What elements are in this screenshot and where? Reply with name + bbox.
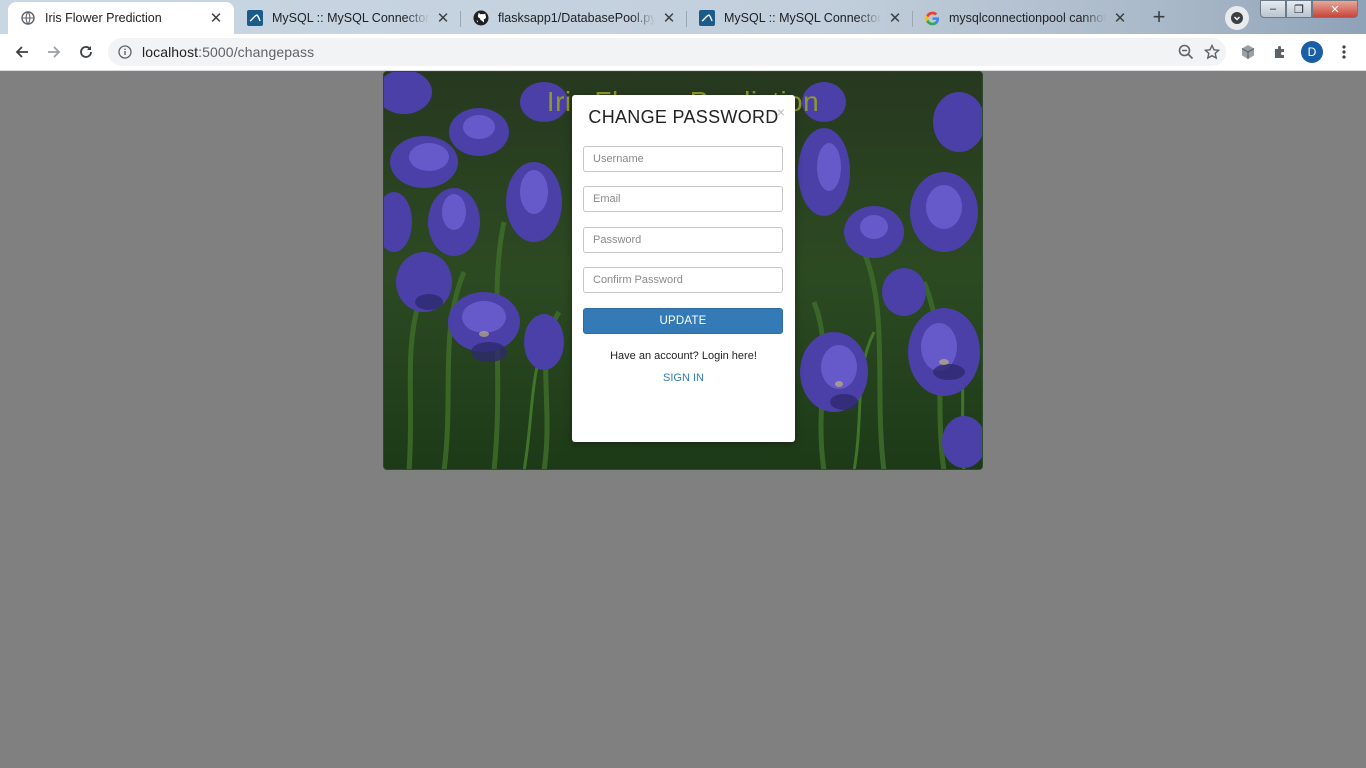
reload-button[interactable] bbox=[72, 38, 100, 66]
arrow-left-icon bbox=[15, 46, 28, 58]
globe-icon bbox=[20, 10, 36, 26]
info-icon[interactable] bbox=[118, 45, 132, 59]
browser-toolbar: localhost:5000/changepass D bbox=[0, 34, 1366, 71]
mysql-icon bbox=[699, 10, 715, 26]
bookmark-star-icon[interactable] bbox=[1204, 44, 1220, 60]
profile-avatar[interactable]: D bbox=[1301, 41, 1323, 63]
tab-google-search[interactable]: mysqlconnectionpool cannot connect ✕ bbox=[912, 2, 1138, 34]
arrow-right-icon bbox=[48, 46, 61, 58]
reload-icon bbox=[80, 46, 92, 58]
tab-title: Iris Flower Prediction bbox=[45, 11, 162, 25]
address-bar[interactable]: localhost:5000/changepass bbox=[108, 38, 1226, 66]
more-vert-icon bbox=[1342, 45, 1346, 59]
forward-button[interactable] bbox=[40, 38, 68, 66]
extensions-button[interactable] bbox=[1266, 38, 1294, 66]
sign-in-link[interactable]: SIGN IN bbox=[572, 372, 795, 384]
email-field[interactable] bbox=[583, 186, 783, 212]
zoom-out-icon[interactable] bbox=[1178, 44, 1194, 60]
tab-mysql-connector-1[interactable]: MySQL :: MySQL Connector/Python Develope… bbox=[235, 2, 461, 34]
modal-title: CHANGE PASSWORD bbox=[588, 107, 779, 127]
address-bar-actions bbox=[1178, 38, 1220, 66]
url-path: :5000/changepass bbox=[198, 44, 315, 60]
google-icon bbox=[924, 10, 940, 26]
url-text: localhost:5000/changepass bbox=[142, 44, 314, 60]
update-button[interactable]: UPDATE bbox=[583, 308, 783, 334]
page-overlay: Iris Flower Prediction × CHANGE PASSWORD… bbox=[0, 71, 1366, 768]
window-controls: – ❐ ✕ bbox=[1260, 0, 1358, 18]
minimize-button[interactable]: – bbox=[1260, 0, 1286, 18]
tab-close-icon[interactable]: ✕ bbox=[435, 10, 451, 27]
password-field[interactable] bbox=[583, 227, 783, 253]
tab-close-icon[interactable]: ✕ bbox=[1112, 10, 1128, 27]
tab-mysql-connector-2[interactable]: MySQL :: MySQL Connector/Python Develope… bbox=[687, 2, 913, 34]
tab-title: MySQL :: MySQL Connector/Python Develope… bbox=[272, 11, 429, 25]
tab-title: MySQL :: MySQL Connector/Python Develope… bbox=[724, 11, 881, 25]
tab-title: mysqlconnectionpool cannot connect bbox=[949, 11, 1106, 25]
back-button[interactable] bbox=[8, 38, 36, 66]
have-account-text: Have an account? Login here! bbox=[610, 350, 757, 362]
new-tab-button[interactable]: + bbox=[1145, 4, 1173, 29]
tab-close-icon[interactable]: ✕ bbox=[661, 10, 677, 27]
mysql-icon bbox=[247, 10, 263, 26]
chevron-down-icon bbox=[1231, 12, 1243, 24]
confirm-password-field[interactable] bbox=[583, 267, 783, 293]
url-host: localhost bbox=[142, 44, 199, 60]
tab-close-icon[interactable]: ✕ bbox=[887, 10, 903, 27]
tab-strip: Iris Flower Prediction ✕ MySQL :: MySQL … bbox=[0, 0, 1366, 34]
tab-title: flasksapp1/DatabasePool.py at master bbox=[498, 11, 655, 25]
tab-iris-flower-prediction[interactable]: Iris Flower Prediction ✕ bbox=[8, 2, 234, 34]
change-password-modal: × CHANGE PASSWORD UPDATE Have an account… bbox=[572, 95, 795, 442]
github-icon bbox=[473, 10, 489, 26]
browser-menu-button[interactable] bbox=[1330, 38, 1358, 66]
maximize-button[interactable]: ❐ bbox=[1286, 0, 1312, 18]
puzzle-icon bbox=[1275, 46, 1284, 58]
cube-icon bbox=[1241, 45, 1255, 59]
close-window-button[interactable]: ✕ bbox=[1312, 0, 1358, 18]
extension-cube-button[interactable] bbox=[1234, 38, 1262, 66]
tab-github-databasepool[interactable]: flasksapp1/DatabasePool.py at master ✕ bbox=[461, 2, 687, 34]
username-field[interactable] bbox=[583, 146, 783, 172]
tab-close-icon[interactable]: ✕ bbox=[208, 10, 224, 27]
tab-search-button[interactable] bbox=[1225, 6, 1249, 30]
